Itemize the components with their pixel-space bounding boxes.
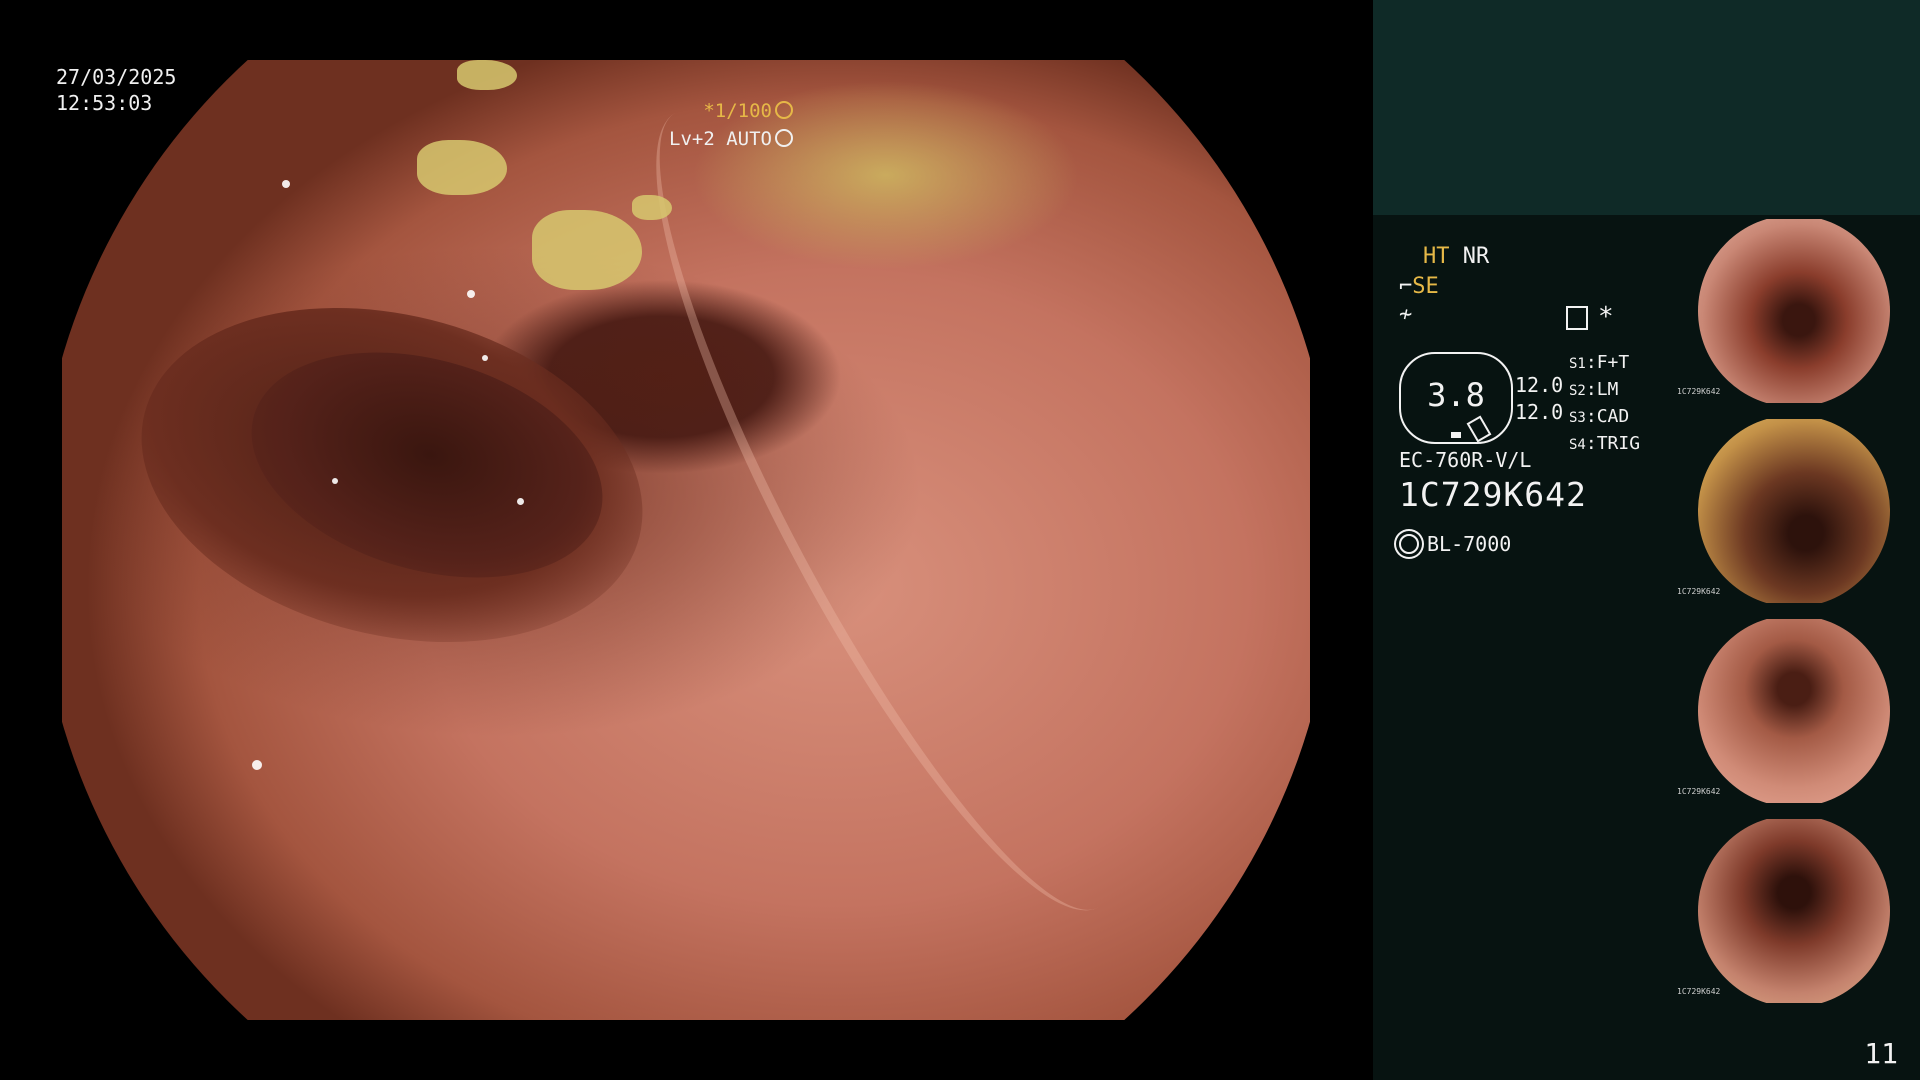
- switch-row: S3:CAD: [1569, 406, 1630, 427]
- endoscopic-image: [62, 60, 1310, 1020]
- gauge: 3.8: [1399, 352, 1513, 444]
- mode-nr-label: NR: [1462, 244, 1490, 269]
- switch-row: S1:F+T: [1569, 352, 1630, 373]
- mode-se-label: SE: [1412, 274, 1439, 299]
- gauge-number: 12.0: [1515, 400, 1564, 424]
- switch-settings: S1:F+T S2:LM S3:CAD S4:TRIG: [1569, 350, 1640, 458]
- thumbnail[interactable]: 1C729K642: [1669, 417, 1920, 607]
- specular-highlight: [482, 355, 488, 361]
- debris: [457, 60, 517, 90]
- specular-highlight: [467, 290, 475, 298]
- shutter-label: *1/100: [703, 100, 772, 122]
- enhance-icon: ≁: [1399, 302, 1413, 327]
- switch-key: S4: [1569, 437, 1586, 453]
- debris: [417, 140, 507, 195]
- switch-row: S4:TRIG: [1569, 433, 1641, 454]
- switch-value: TRIG: [1596, 433, 1641, 454]
- timestamp: 27/03/2025 12:53:03: [56, 64, 176, 116]
- gauge-numbers: 12.0 12.0: [1515, 372, 1563, 426]
- switch-value: F+T: [1596, 352, 1630, 373]
- side-panel: HT NR ⌐SE ≁ * 3.8 12.0 12.0 S1:F+T S2:LM…: [1373, 0, 1920, 1080]
- level-label: Lv+2 AUTO: [669, 128, 772, 150]
- mode-ht-label: HT: [1423, 244, 1450, 269]
- switch-key: S2: [1569, 383, 1586, 399]
- scope-serial: 1C729K642: [1399, 475, 1587, 514]
- switch-value: LM: [1596, 379, 1619, 400]
- thumbnail-serial: 1C729K642: [1677, 987, 1721, 996]
- switch-value: CAD: [1596, 406, 1630, 427]
- menu-icon: [1566, 306, 1588, 330]
- specular-highlight: [517, 498, 524, 505]
- switch-row: S2:LM: [1569, 379, 1619, 400]
- page-number: 11: [1864, 1037, 1898, 1070]
- switch-key: S1: [1569, 356, 1586, 372]
- debris: [532, 210, 642, 290]
- time-label: 12:53:03: [56, 91, 153, 115]
- thumbnail[interactable]: 1C729K642: [1669, 817, 1920, 1007]
- debris: [632, 195, 672, 220]
- thumbnail-serial: 1C729K642: [1677, 387, 1721, 396]
- shutter-icon: [775, 101, 793, 119]
- thumbnail-image: [1698, 419, 1890, 603]
- shutter-readout: *1/100: [703, 100, 793, 122]
- thumbnail-image: [1698, 619, 1890, 803]
- auto-icon: [775, 129, 793, 147]
- light-source-label: BL-7000: [1427, 532, 1512, 556]
- main-endoscope-view: 27/03/2025 12:53:03 *1/100 Lv+2 AUTO: [0, 0, 1373, 1080]
- switch-key: S3: [1569, 410, 1586, 426]
- light-source-icon: [1399, 534, 1419, 554]
- gauge-bar-icon: [1451, 432, 1461, 438]
- gauge-value: 3.8: [1427, 376, 1485, 414]
- thumbnail-image: [1698, 219, 1890, 403]
- asterisk-icon: *: [1598, 302, 1614, 332]
- side-panel-header: [1373, 0, 1920, 215]
- level-readout: Lv+2 AUTO: [669, 128, 793, 150]
- specular-highlight: [252, 760, 262, 770]
- thumbnail[interactable]: 1C729K642: [1669, 617, 1920, 807]
- specular-highlight: [332, 478, 338, 484]
- se-row: ⌐SE: [1399, 274, 1439, 299]
- thumbnail-image: [1698, 819, 1890, 1003]
- specular-highlight: [282, 180, 290, 188]
- scope-model: EC-760R-V/L: [1399, 448, 1532, 472]
- mucosal-fold: [583, 63, 1191, 957]
- thumbnail-serial: 1C729K642: [1677, 587, 1721, 596]
- thumbnail-serial: 1C729K642: [1677, 787, 1721, 796]
- mode-row: HT NR: [1423, 244, 1489, 269]
- thumbnail[interactable]: 1C729K642: [1669, 217, 1920, 407]
- pencil-icon: [1466, 415, 1492, 443]
- gauge-number: 12.0: [1515, 373, 1564, 397]
- date-label: 27/03/2025: [56, 65, 177, 89]
- structure-icon: ⌐: [1399, 274, 1413, 299]
- light-source: BL-7000: [1399, 532, 1511, 556]
